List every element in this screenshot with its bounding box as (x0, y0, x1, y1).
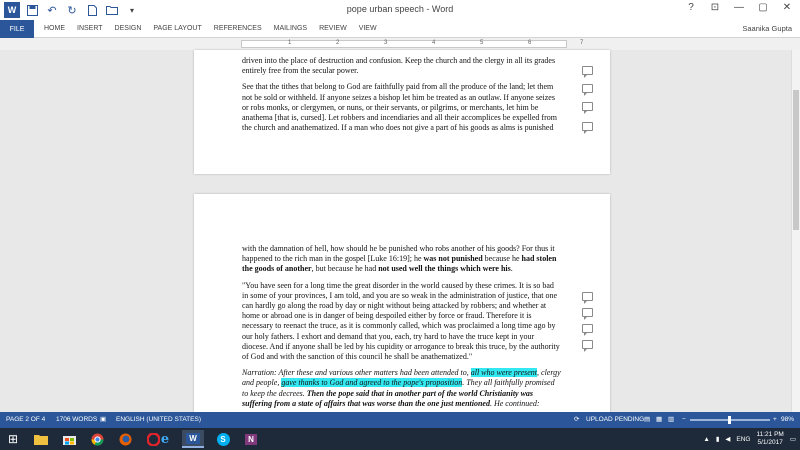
skype-icon[interactable]: S (212, 430, 234, 448)
comment-icon[interactable] (582, 84, 593, 96)
ruler-number: 7 (580, 40, 584, 46)
show-hidden-icons[interactable]: ▲ (703, 436, 709, 443)
print-layout-icon[interactable]: ▦ (656, 412, 662, 428)
ruler-number: 1 (288, 40, 292, 46)
ruler-number: 3 (384, 40, 388, 46)
window-title: pope urban speech - Word (346, 4, 454, 14)
comment-icon[interactable] (582, 308, 593, 320)
title-bar: W ↶ ↻ ▾ pope urban speech - Word ? ⊡ — ▢… (0, 0, 800, 20)
ruler-number: 4 (432, 40, 436, 46)
vertical-scrollbar[interactable] (791, 50, 800, 412)
minimize-button[interactable]: — (730, 2, 748, 13)
close-button[interactable]: ✕ (778, 2, 796, 13)
text-run: Narration: After these and various other… (242, 368, 471, 378)
bold-text: not used well the things which were his (378, 264, 511, 274)
word-taskbar-icon[interactable]: W (182, 430, 204, 448)
clock[interactable]: 11:21 PM 5/1/2017 (757, 431, 784, 447)
tab-home[interactable]: HOME (38, 20, 71, 38)
comment-icon[interactable] (582, 292, 593, 304)
upload-icon: ⟳ (574, 416, 580, 423)
comment-icon[interactable] (582, 324, 593, 336)
tab-mailings[interactable]: MAILINGS (268, 20, 313, 38)
ruler-number: 2 (336, 40, 340, 46)
input-language[interactable]: ENG (736, 436, 750, 443)
text-run: because he (482, 254, 522, 264)
highlighted-text: all who were present (470, 368, 538, 378)
notifications-icon[interactable]: ▭ (790, 435, 796, 443)
zoom-level[interactable]: 98% (781, 412, 794, 428)
upload-status[interactable]: UPLOAD PENDING (586, 412, 644, 428)
help-button[interactable]: ? (682, 2, 700, 13)
tab-references[interactable]: REFERENCES (208, 20, 268, 38)
paragraph: with the damnation of hell, how should h… (242, 244, 562, 275)
file-explorer-icon[interactable] (30, 430, 52, 448)
page-1-body: driven into the place of destruction and… (242, 56, 562, 139)
highlighted-text: gave thanks to God and agreed to the pop… (281, 378, 463, 388)
clock-date: 5/1/2017 (757, 439, 783, 446)
text-run: . He continued: (489, 398, 540, 408)
comment-icon[interactable] (582, 102, 593, 114)
ruler-number: 5 (480, 40, 484, 46)
text-run: . (510, 264, 513, 274)
language-status[interactable]: ENGLISH (UNITED STATES) (116, 412, 201, 428)
ribbon-tab-bar: FILE HOME INSERT DESIGN PAGE LAYOUT REFE… (0, 20, 800, 38)
tab-file[interactable]: FILE (0, 20, 34, 38)
restore-button[interactable]: ▢ (754, 2, 772, 13)
window-controls: ? ⊡ — ▢ ✕ (682, 2, 796, 13)
chrome-icon[interactable] (86, 430, 108, 448)
narration-paragraph: Narration: After these and various other… (242, 368, 562, 409)
paragraph: See that the tithes that belong to God a… (242, 82, 557, 133)
comment-icon[interactable] (582, 122, 593, 134)
user-account[interactable]: Saanika Gupta (742, 20, 792, 38)
page-count-status[interactable]: PAGE 2 OF 4 (6, 412, 45, 428)
paragraph: driven into the place of destruction and… (242, 56, 556, 76)
network-icon[interactable]: ▮ (716, 435, 720, 443)
document-page-1[interactable]: driven into the place of destruction and… (194, 50, 610, 174)
proofing-icon[interactable]: ▣ (100, 412, 106, 428)
store-icon[interactable] (58, 430, 80, 448)
comment-icon[interactable] (582, 66, 593, 78)
internet-explorer-icon[interactable]: e (154, 430, 176, 448)
comment-icon[interactable] (582, 340, 593, 352)
onenote-icon[interactable]: N (240, 430, 262, 448)
tab-review[interactable]: REVIEW (313, 20, 353, 38)
tab-view[interactable]: VIEW (353, 20, 383, 38)
document-page-2[interactable]: with the damnation of hell, how should h… (194, 194, 610, 412)
tab-page-layout[interactable]: PAGE LAYOUT (147, 20, 207, 38)
tab-insert[interactable]: INSERT (71, 20, 109, 38)
firefox-icon[interactable] (114, 430, 136, 448)
ribbon-display-options-button[interactable]: ⊡ (706, 2, 724, 13)
bold-text: was not punished (423, 254, 483, 264)
web-layout-icon[interactable]: ▥ (668, 412, 674, 428)
clock-time: 11:21 PM (756, 431, 784, 438)
tab-design[interactable]: DESIGN (109, 20, 148, 38)
zoom-slider-handle[interactable] (727, 416, 731, 424)
ruler-area: 1 2 3 4 5 6 7 (0, 38, 800, 50)
volume-icon[interactable]: ◀ (725, 435, 730, 443)
read-mode-icon[interactable]: ▤ (644, 412, 650, 428)
text-run: , but because he had (311, 264, 379, 274)
ruler-number: 6 (528, 40, 532, 46)
page-2-body: with the damnation of hell, how should h… (242, 244, 562, 415)
horizontal-ruler[interactable]: 1 2 3 4 5 6 7 (241, 40, 583, 48)
start-button[interactable]: ⊞ (2, 430, 24, 448)
zoom-out-button[interactable]: − (682, 412, 686, 428)
zoom-in-button[interactable]: + (773, 412, 777, 428)
system-tray: ▲ ▮ ◀ ENG 11:21 PM 5/1/2017 ▭ (703, 428, 796, 450)
windows-taskbar: ⊞ e W S N ▲ ▮ ◀ ENG 11:21 PM 5/1/2017 ▭ (0, 428, 800, 450)
ribbon-tabs: HOME INSERT DESIGN PAGE LAYOUT REFERENCE… (38, 20, 383, 38)
scrollbar-thumb[interactable] (793, 90, 799, 230)
zoom-slider[interactable] (690, 416, 770, 424)
paragraph: "You have seen for a long time the great… (242, 280, 560, 362)
status-bar: PAGE 2 OF 4 1706 WORDS ▣ ENGLISH (UNITED… (0, 412, 800, 428)
word-count-status[interactable]: 1706 WORDS (56, 412, 97, 428)
